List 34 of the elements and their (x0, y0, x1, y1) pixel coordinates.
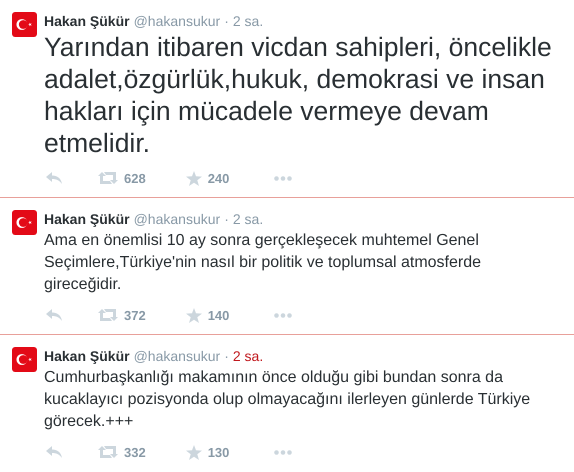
tweet-text: Cumhurbaşkanlığı makamının önce olduğu gibi bundan sonra da kucaklayıcı pozisyonda olup olmayacağını ilerleyen günlerde Türkiye görecek.+++ (44, 368, 532, 432)
favorite-star-icon[interactable] (186, 170, 202, 186)
favorite-count: 240 (208, 170, 230, 186)
retweet-count: 628 (124, 170, 146, 186)
reply-icon[interactable] (46, 172, 62, 184)
author-handle: @hakansukur (134, 12, 220, 30)
reply-icon[interactable] (46, 446, 62, 458)
favorite-count: 140 (208, 308, 230, 322)
author-handle: @hakansukur (134, 210, 220, 228)
retweet-icon[interactable] (98, 309, 118, 321)
separator-dot: · (224, 347, 229, 365)
retweet-count: 372 (124, 308, 146, 322)
separator-dot: · (224, 12, 229, 30)
author-name[interactable]: Hakan Şükür (44, 210, 130, 228)
author-name[interactable]: Hakan Şükür (44, 12, 130, 30)
tweet-text: Yarından itibaren vicdan sahipleri, öncelikle adalet,özgürlük,hukuk, demokrasi ve insan hakları için mücadele vermeye devam etmelidir. (44, 31, 553, 159)
favorite-count: 130 (208, 444, 230, 460)
flag-avatar-icon[interactable] (12, 12, 37, 37)
timestamp-link[interactable]: 2 sa. (232, 347, 264, 365)
favorite-star-icon[interactable] (186, 444, 202, 460)
author-name[interactable]: Hakan Şükür (44, 347, 130, 365)
flag-avatar-icon[interactable] (12, 347, 37, 372)
more-options-icon[interactable] (274, 312, 292, 318)
retweet-icon[interactable] (98, 446, 118, 458)
favorite-star-icon[interactable] (186, 308, 202, 322)
more-options-icon[interactable] (274, 176, 292, 180)
flag-avatar-icon[interactable] (12, 210, 37, 235)
more-options-icon[interactable] (274, 450, 292, 454)
retweet-icon[interactable] (98, 172, 118, 184)
retweet-count: 332 (124, 444, 146, 460)
separator-dot: · (224, 210, 229, 228)
reply-icon[interactable] (46, 309, 62, 321)
tweet-text: Ama en önemlisi 10 ay sonra gerçekleşecek muhtemel Genel Seçimlere,Türkiye'nin nasıl bir politik ve toplumsal atmosferde gireceğidir. (44, 231, 482, 295)
author-handle: @hakansukur (134, 347, 220, 365)
